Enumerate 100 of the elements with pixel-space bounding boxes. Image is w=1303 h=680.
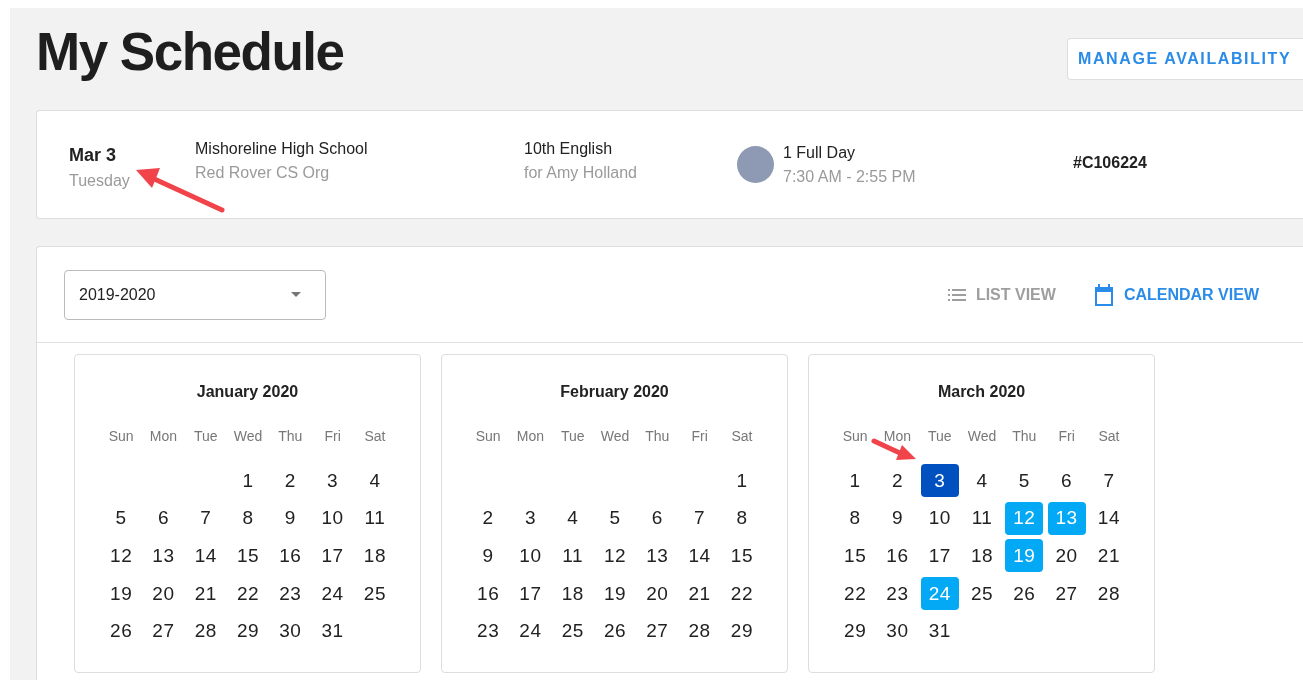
calendar-day[interactable]: 6: [1047, 464, 1086, 498]
calendar-day[interactable]: 18: [963, 539, 1002, 573]
calendar-day[interactable]: 9: [878, 501, 917, 535]
calendar-day[interactable]: 8: [229, 501, 268, 535]
calendar-day[interactable]: 22: [722, 577, 761, 611]
calendar-day[interactable]: 20: [638, 577, 677, 611]
calendar-day[interactable]: 24: [313, 577, 352, 611]
calendar-day[interactable]: 2: [271, 464, 310, 498]
calendar-day[interactable]: 3: [511, 501, 550, 535]
calendar-day[interactable]: 22: [229, 577, 268, 611]
weekday-label: Sun: [841, 428, 869, 444]
calendar-day[interactable]: 15: [722, 539, 761, 573]
calendar-day[interactable]: 27: [638, 614, 677, 648]
calendar-day[interactable]: 27: [144, 614, 183, 648]
calendar-day[interactable]: 6: [638, 501, 677, 535]
calendar-day[interactable]: 7: [680, 501, 719, 535]
calendar-day[interactable]: 30: [271, 614, 310, 648]
calendar-day[interactable]: 27: [1047, 577, 1086, 611]
calendar-day[interactable]: 19: [102, 577, 141, 611]
calendar-day[interactable]: 28: [680, 614, 719, 648]
calendar-day[interactable]: 9: [469, 539, 508, 573]
calendar-day[interactable]: 21: [1089, 539, 1128, 573]
calendar-day[interactable]: 9: [271, 501, 310, 535]
calendar-day[interactable]: 4: [553, 501, 592, 535]
calendar-day[interactable]: 19: [596, 577, 635, 611]
assignment-weekday: Tuesday: [69, 172, 131, 190]
calendar-day[interactable]: 13: [144, 539, 183, 573]
weekday-label: Tue: [559, 428, 586, 444]
calendar-day[interactable]: 18: [553, 577, 592, 611]
calendar-day[interactable]: 17: [313, 539, 352, 573]
calendar-day[interactable]: 18: [355, 539, 394, 573]
calendar-day[interactable]: 26: [596, 614, 635, 648]
weekday-label: Sun: [107, 428, 135, 444]
calendar-day[interactable]: 4: [963, 464, 1002, 498]
calendar-day[interactable]: 15: [229, 539, 268, 573]
teacher-name: for Amy Holland: [524, 164, 638, 182]
calendar-day[interactable]: 8: [722, 501, 761, 535]
calendar-day[interactable]: 1: [722, 464, 761, 498]
calendar-day[interactable]: 29: [722, 614, 761, 648]
calendar-day[interactable]: 16: [878, 539, 917, 573]
calendar-day[interactable]: 14: [186, 539, 225, 573]
calendar-day[interactable]: 31: [920, 614, 959, 648]
calendar-day[interactable]: 29: [229, 614, 268, 648]
calendar-day[interactable]: 2: [469, 501, 508, 535]
calendar-day[interactable]: 7: [186, 501, 225, 535]
weekday-label: Tue: [192, 428, 219, 444]
calendar-day[interactable]: 8: [836, 501, 875, 535]
calendar-day[interactable]: 5: [1005, 464, 1044, 498]
calendar-day[interactable]: 3: [920, 464, 959, 498]
class-name: 10th English: [524, 140, 614, 158]
calendar-day[interactable]: 10: [920, 501, 959, 535]
calendar-day[interactable]: 25: [553, 614, 592, 648]
calendar-day[interactable]: 10: [313, 501, 352, 535]
calendar-day[interactable]: 12: [102, 539, 141, 573]
calendar-day[interactable]: 6: [144, 501, 183, 535]
calendar-day[interactable]: 11: [355, 501, 394, 535]
calendar-day[interactable]: 17: [920, 539, 959, 573]
calendar-day[interactable]: 17: [511, 577, 550, 611]
calendar-day[interactable]: 4: [355, 464, 394, 498]
calendar-day[interactable]: 21: [186, 577, 225, 611]
calendar-day[interactable]: 30: [878, 614, 917, 648]
calendar-day[interactable]: 15: [836, 539, 875, 573]
calendar-day[interactable]: 26: [1005, 577, 1044, 611]
calendar-day[interactable]: 1: [836, 464, 875, 498]
calendar-day[interactable]: 12: [596, 539, 635, 573]
calendar-day[interactable]: 25: [963, 577, 1002, 611]
calendar-day[interactable]: 23: [469, 614, 508, 648]
calendar-day[interactable]: 1: [229, 464, 268, 498]
calendar-day[interactable]: 29: [836, 614, 875, 648]
calendar-day[interactable]: 22: [836, 577, 875, 611]
weekday-label: Sat: [363, 428, 387, 444]
list-icon: [947, 288, 966, 301]
calendar-day[interactable]: 16: [271, 539, 310, 573]
calendar-day[interactable]: 7: [1089, 464, 1128, 498]
calendar-day[interactable]: 14: [1089, 501, 1128, 535]
calendar-day[interactable]: 26: [102, 614, 141, 648]
calendar-day[interactable]: 2: [878, 464, 917, 498]
caret-icon: [291, 292, 301, 297]
calendar-day[interactable]: 23: [878, 577, 917, 611]
calendar-day[interactable]: 5: [102, 501, 141, 535]
calendar-day[interactable]: 16: [469, 577, 508, 611]
calendar-day[interactable]: 28: [186, 614, 225, 648]
school-year-select[interactable]: 2019-2020: [64, 269, 326, 320]
weekday-label: Fri: [1057, 428, 1076, 444]
calendar-day[interactable]: 25: [355, 577, 394, 611]
calendar-day[interactable]: 20: [144, 577, 183, 611]
calendar-day[interactable]: 24: [511, 614, 550, 648]
weekday-label: Thu: [644, 428, 671, 444]
calendar-day[interactable]: 10: [511, 539, 550, 573]
calendar-day[interactable]: 14: [680, 539, 719, 573]
calendar-day[interactable]: 28: [1089, 577, 1128, 611]
calendar-day[interactable]: 3: [313, 464, 352, 498]
calendar-day[interactable]: 13: [638, 539, 677, 573]
calendar-day[interactable]: 11: [963, 501, 1002, 535]
calendar-day[interactable]: 23: [271, 577, 310, 611]
calendar-day[interactable]: 5: [596, 501, 635, 535]
calendar-day[interactable]: 11: [553, 539, 592, 573]
calendar-day[interactable]: 21: [680, 577, 719, 611]
calendar-day[interactable]: 31: [313, 614, 352, 648]
calendar-day[interactable]: 20: [1047, 539, 1086, 573]
